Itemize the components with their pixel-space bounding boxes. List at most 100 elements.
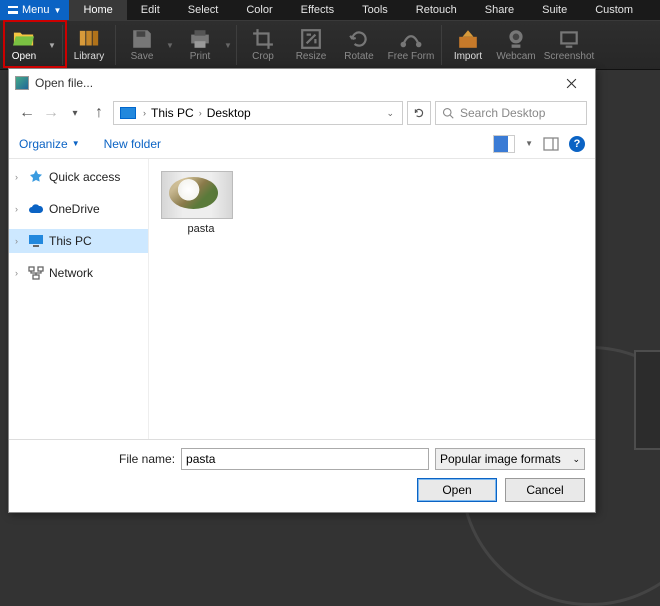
file-thumbnail: [161, 171, 233, 219]
ribbon-open[interactable]: Open: [0, 21, 48, 69]
sidebar-item-onedrive[interactable]: › OneDrive: [9, 197, 148, 221]
ribbon-webcam-label: Webcam: [496, 51, 535, 62]
pc-icon: [120, 107, 136, 119]
ribbon-print-label: Print: [190, 51, 211, 62]
up-button[interactable]: ↑: [89, 103, 109, 123]
library-icon: [78, 29, 100, 49]
tab-color[interactable]: Color: [232, 0, 286, 20]
hamburger-icon: [8, 6, 18, 14]
menu-label: Menu: [22, 4, 50, 16]
file-item-pasta[interactable]: pasta: [161, 171, 241, 235]
search-placeholder: Search Desktop: [460, 106, 545, 120]
open-button[interactable]: Open: [417, 478, 497, 502]
import-icon: [457, 29, 479, 49]
ribbon-save[interactable]: Save: [118, 21, 166, 69]
forward-button[interactable]: →: [41, 103, 61, 123]
sidebar-item-label: Network: [49, 266, 93, 280]
preview-pane-icon[interactable]: [543, 137, 559, 151]
sidebar-item-label: This PC: [49, 234, 92, 248]
tab-share[interactable]: Share: [471, 0, 528, 20]
chevron-right-icon: ›: [196, 108, 205, 118]
cloud-icon: [28, 202, 44, 216]
ribbon-resize-label: Resize: [296, 51, 327, 62]
breadcrumb-dropdown-icon[interactable]: ⌄: [380, 108, 400, 119]
breadcrumb-root[interactable]: This PC: [149, 106, 196, 120]
expand-icon: ›: [15, 204, 23, 214]
ribbon-crop-label: Crop: [252, 51, 274, 62]
breadcrumb[interactable]: › This PC › Desktop ⌄: [113, 101, 403, 125]
ribbon-rotate-label: Rotate: [344, 51, 373, 62]
pc-icon: [28, 234, 44, 248]
refresh-button[interactable]: [407, 101, 431, 125]
chevron-down-icon: ⌄: [572, 454, 580, 465]
tab-select[interactable]: Select: [174, 0, 233, 20]
help-button[interactable]: ?: [569, 136, 585, 152]
back-button[interactable]: ←: [17, 103, 37, 123]
expand-icon: ›: [15, 236, 23, 246]
tab-suite[interactable]: Suite: [528, 0, 581, 20]
dialog-title: Open file...: [35, 76, 93, 90]
dialog-toolbar: Organize ▼ New folder ▼ ?: [9, 129, 595, 159]
dialog-footer: File name: Popular image formats ⌄ Open …: [9, 439, 595, 512]
rotate-icon: [348, 29, 370, 49]
dialog-titlebar: Open file...: [9, 69, 595, 97]
tab-retouch[interactable]: Retouch: [402, 0, 471, 20]
ribbon-save-label: Save: [131, 51, 154, 62]
ribbon-import[interactable]: Import: [444, 21, 492, 69]
print-dropdown-icon[interactable]: ▼: [224, 41, 234, 50]
file-list-pane[interactable]: pasta: [149, 159, 595, 439]
view-dropdown-icon[interactable]: ▼: [525, 139, 533, 148]
filetype-label: Popular image formats: [440, 452, 561, 466]
recent-dropdown[interactable]: ▾: [65, 103, 85, 123]
save-dropdown-icon[interactable]: ▼: [166, 41, 176, 50]
ribbon-screenshot[interactable]: Screenshot: [540, 21, 598, 69]
view-mode-button[interactable]: [493, 135, 515, 153]
cancel-button[interactable]: Cancel: [505, 478, 585, 502]
side-panel-edge: [634, 350, 660, 450]
dialog-body: › Quick access › OneDrive › This PC › Ne…: [9, 159, 595, 439]
ribbon-resize[interactable]: Resize: [287, 21, 335, 69]
filetype-select[interactable]: Popular image formats ⌄: [435, 448, 585, 470]
top-menu-bar: Menu ▼ Home Edit Select Color Effects To…: [0, 0, 660, 20]
file-name-label: pasta: [188, 223, 215, 235]
ribbon-library-label: Library: [74, 51, 105, 62]
dialog-nav-row: ← → ▾ ↑ › This PC › Desktop ⌄ Search Des…: [9, 97, 595, 129]
ribbon-print[interactable]: Print: [176, 21, 224, 69]
save-icon: [131, 29, 153, 49]
tab-custom[interactable]: Custom: [581, 0, 647, 20]
ribbon-freeform[interactable]: Free Form: [383, 21, 439, 69]
network-icon: [28, 266, 44, 280]
tab-home[interactable]: Home: [69, 0, 126, 20]
ribbon-crop[interactable]: Crop: [239, 21, 287, 69]
new-folder-button[interactable]: New folder: [104, 137, 161, 151]
breadcrumb-folder[interactable]: Desktop: [205, 106, 253, 120]
chevron-right-icon: ›: [140, 108, 149, 118]
app-icon: [15, 76, 29, 90]
open-dropdown-icon[interactable]: ▼: [48, 41, 60, 50]
ribbon-import-label: Import: [454, 51, 482, 62]
tab-edit[interactable]: Edit: [127, 0, 174, 20]
ribbon-library[interactable]: Library: [65, 21, 113, 69]
tab-effects[interactable]: Effects: [287, 0, 348, 20]
resize-icon: [300, 29, 322, 49]
filename-input[interactable]: [181, 448, 429, 470]
star-icon: [28, 170, 44, 184]
sidebar-item-quick-access[interactable]: › Quick access: [9, 165, 148, 189]
dialog-sidebar: › Quick access › OneDrive › This PC › Ne…: [9, 159, 149, 439]
tab-tools[interactable]: Tools: [348, 0, 402, 20]
screenshot-icon: [558, 29, 580, 49]
ribbon-toolbar: Open ▼ Library Save ▼ Print ▼ Crop Resiz…: [0, 20, 660, 70]
ribbon-webcam[interactable]: Webcam: [492, 21, 540, 69]
chevron-down-icon: ▼: [54, 6, 62, 15]
sidebar-item-network[interactable]: › Network: [9, 261, 148, 285]
filename-label: File name:: [119, 452, 175, 466]
ribbon-rotate[interactable]: Rotate: [335, 21, 383, 69]
organize-button[interactable]: Organize ▼: [19, 137, 80, 151]
ribbon-freeform-label: Free Form: [388, 51, 435, 62]
expand-icon: ›: [15, 268, 23, 278]
menu-button[interactable]: Menu ▼: [0, 0, 69, 20]
search-input[interactable]: Search Desktop: [435, 101, 587, 125]
sidebar-item-this-pc[interactable]: › This PC: [9, 229, 148, 253]
ribbon-screenshot-label: Screenshot: [544, 51, 595, 62]
close-button[interactable]: [553, 71, 589, 95]
